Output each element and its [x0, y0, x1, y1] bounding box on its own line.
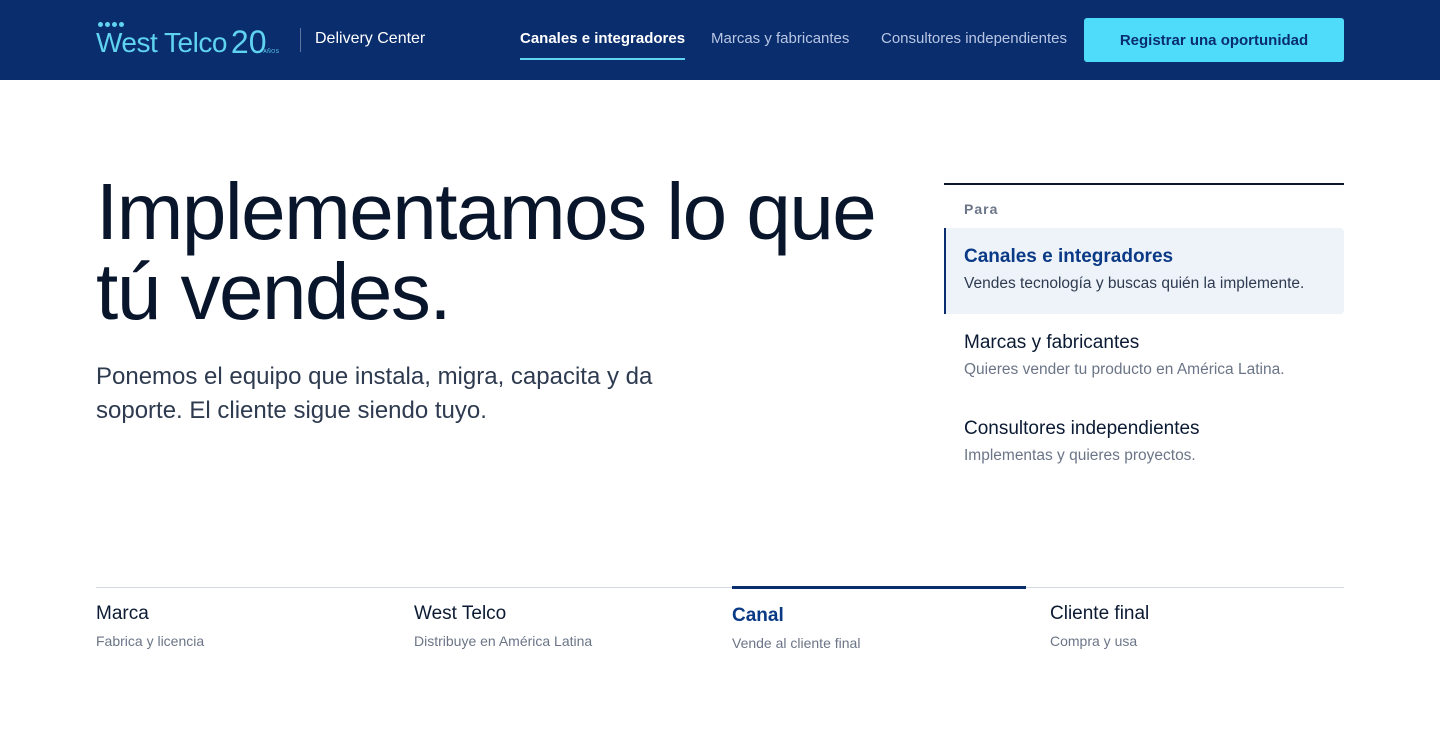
nav-marcas-fabricantes[interactable]: Marcas y fabricantes: [711, 30, 849, 47]
chain-step-canal: Canal Vende al cliente final: [732, 586, 1026, 666]
logo-wordmark: West Telco: [96, 27, 227, 58]
chain-step-title: Marca: [96, 603, 149, 624]
top-navigation-bar: West Telco 20 AÑOS Delivery Center Canal…: [0, 0, 1440, 80]
hero-subtitle-line-2: soporte. El cliente sigue siendo tuyo.: [96, 397, 487, 424]
logo-number: 20: [230, 23, 267, 60]
audience-option-title: Canales e integradores: [964, 246, 1174, 267]
chain-step-cliente-final: Cliente final Compra y usa: [1050, 587, 1344, 667]
audience-option-title: Marcas y fabricantes: [964, 332, 1140, 353]
hero-title-line-1: Implementamos lo que: [96, 167, 877, 256]
header-divider: [300, 28, 301, 52]
audience-option-description: Vendes tecnología y buscas quién la impl…: [964, 275, 1305, 292]
audience-option-title: Consultores independientes: [964, 418, 1200, 439]
audience-option-consultores[interactable]: Consultores independientes Implementas y…: [944, 400, 1344, 486]
nav-canales-integradores[interactable]: Canales e integradores: [520, 30, 686, 60]
west-telco-logo[interactable]: West Telco 20 AÑOS: [96, 18, 279, 62]
logo-anniversary-number: 20 AÑOS: [230, 23, 279, 61]
logo-dots-icon: [98, 21, 124, 27]
chain-step-description: Fabrica y licencia: [96, 633, 205, 649]
chain-step-description: Distribuye en América Latina: [414, 633, 593, 649]
chain-step-title: West Telco: [414, 603, 507, 624]
chain-step-title: Canal: [732, 605, 784, 626]
chain-step-title: Cliente final: [1050, 603, 1150, 624]
register-opportunity-button[interactable]: Registrar una oportunidad: [1084, 18, 1344, 62]
section-title: Delivery Center: [315, 30, 426, 47]
chain-step-west-telco: West Telco Distribuye en América Latina: [414, 587, 708, 667]
hero-title-line-2: tú vendes.: [96, 247, 452, 336]
audience-option-canales[interactable]: Canales e integradores Vendes tecnología…: [944, 228, 1344, 314]
logo-mark: West Telco 20 AÑOS: [96, 20, 279, 61]
hero-subtitle-line-1: Ponemos el equipo que instala, migra, ca…: [96, 363, 653, 390]
nav-consultores-independientes[interactable]: Consultores independientes: [881, 30, 1067, 47]
audience-label: Para: [964, 201, 999, 217]
logo-anniversary-suffix: AÑOS: [263, 48, 280, 55]
audience-option-marcas[interactable]: Marcas y fabricantes Quieres vender tu p…: [944, 314, 1344, 400]
hero-title: Implementamos lo que tú vendes.: [96, 172, 896, 332]
chain-step-description: Vende al cliente final: [732, 635, 861, 651]
audience-selector: Para Canales e integradores Vendes tecno…: [944, 183, 1344, 464]
audience-option-description: Implementas y quieres proyectos.: [964, 447, 1196, 464]
chain-step-marca: Marca Fabrica y licencia: [96, 587, 390, 667]
audience-option-description: Quieres vender tu producto en América La…: [964, 361, 1285, 378]
chain-step-description: Compra y usa: [1050, 633, 1138, 649]
hero-subtitle: Ponemos el equipo que instala, migra, ca…: [96, 360, 716, 428]
